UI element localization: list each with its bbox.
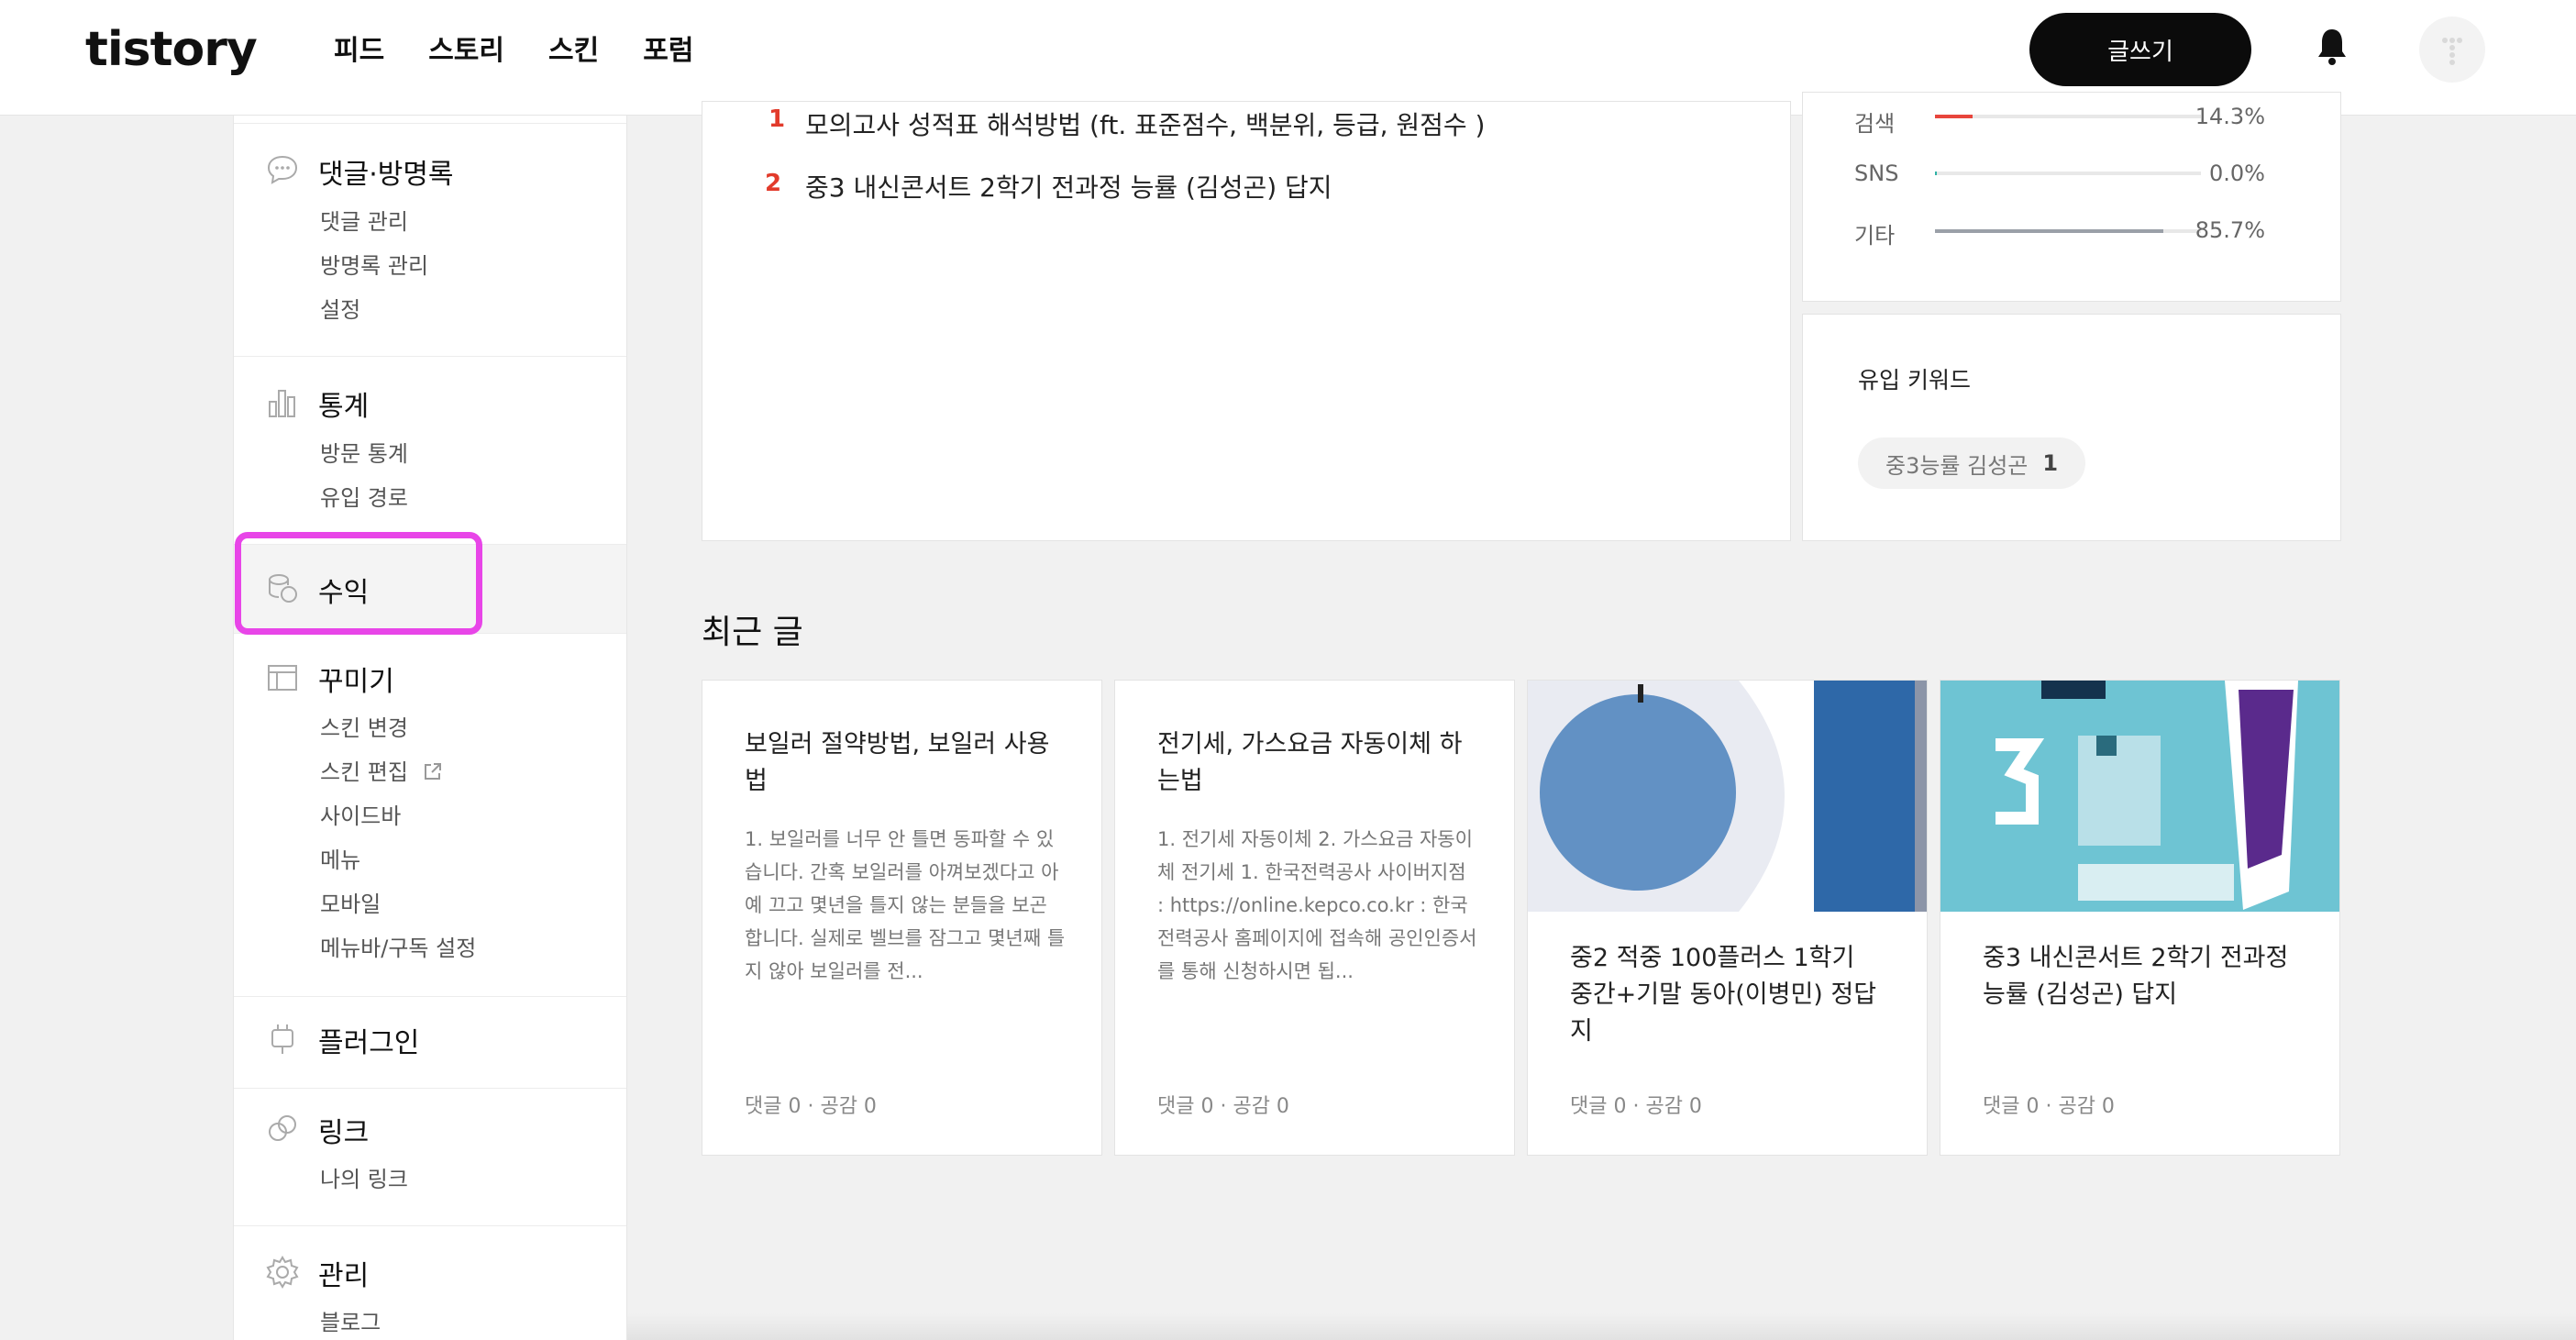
sidebar-item-skin-edit[interactable]: 스킨 편집 (320, 754, 443, 786)
sidebar-manage-title[interactable]: 관리 (318, 1253, 369, 1293)
rank-number: 2 (765, 170, 782, 197)
sidebar-item-my-link[interactable]: 나의 링크 (320, 1161, 408, 1193)
highlight-annotation (235, 532, 482, 635)
divider (234, 996, 626, 997)
nav-skin[interactable]: 스킨 (548, 28, 599, 68)
book-cover-illustration (1940, 681, 2339, 912)
card-meta: 댓글 0 · 공감 0 (1983, 1095, 2115, 1118)
keyword-text: 중3능률 김성곤 (1885, 452, 2029, 479)
referrer-label: 기타 (1854, 223, 1896, 249)
card-title: 전기세, 가스요금 자동이체 하는법 (1157, 730, 1463, 795)
recent-post-card[interactable]: 중3 내신콘서트 2학기 전과정 능률 (김성곤) 답지 댓글 0 · 공감 0 (1940, 680, 2340, 1156)
recent-post-card[interactable]: 중2 적중 100플러스 1학기 중간+기말 동아(이병민) 정답지 댓글 0 … (1527, 680, 1928, 1156)
sidebar-item-comment-manage[interactable]: 댓글 관리 (320, 204, 408, 236)
sidebar-link-title[interactable]: 링크 (318, 1110, 369, 1150)
sidebar-comments-title[interactable]: 댓글·방명록 (318, 151, 454, 192)
external-link-icon (424, 763, 441, 780)
card-meta: 댓글 0 · 공감 0 (1157, 1095, 1289, 1118)
sidebar-item-skin-edit-label: 스킨 편집 (320, 759, 408, 785)
sidebar-item-referrer[interactable]: 유입 경로 (320, 480, 408, 512)
tistory-logo[interactable]: tistory (85, 22, 258, 77)
referrer-pct: 85.7% (2195, 217, 2265, 243)
referrer-bar-fill (1935, 229, 2163, 233)
sidebar-item-guestbook-manage[interactable]: 방명록 관리 (320, 248, 428, 280)
card-meta: 댓글 0 · 공감 0 (745, 1095, 877, 1118)
popular-post-link[interactable]: 중3 내신콘서트 2학기 전과정 능률 (김성곤) 답지 (805, 168, 1332, 205)
sidebar-item-blog[interactable]: 블로그 (320, 1304, 381, 1336)
gear-icon (266, 1256, 299, 1289)
sidebar-stats-title[interactable]: 통계 (318, 383, 369, 424)
recent-post-card[interactable]: 보일러 절약방법, 보일러 사용법 1. 보일러를 너무 안 틀면 동파할 수 … (702, 680, 1102, 1156)
thumbnail-illustration (1528, 681, 1927, 912)
divider (234, 356, 626, 357)
card-title: 중3 내신콘서트 2학기 전과정 능률 (김성곤) 답지 (1983, 944, 2289, 1009)
keyword-panel: 유입 키워드 중3능률 김성곤 1 (1802, 314, 2341, 541)
header-overlay (627, 0, 2576, 116)
sidebar-item-mobile[interactable]: 모바일 (320, 886, 381, 918)
divider (234, 1088, 626, 1089)
divider (234, 123, 626, 124)
keyword-count: 1 (2042, 450, 2059, 476)
referrer-panel: 검색 14.3% SNS 0.0% 기타 85.7% (1802, 92, 2341, 302)
sidebar-plugin-title[interactable]: 플러그인 (318, 1020, 419, 1060)
sidebar-item-skin-change[interactable]: 스킨 변경 (320, 710, 408, 742)
keyword-chip[interactable]: 중3능률 김성곤 1 (1858, 437, 2086, 489)
divider (234, 1225, 626, 1226)
post-thumbnail (1528, 681, 1927, 912)
nav-feed[interactable]: 피드 (334, 28, 384, 68)
referrer-bar-fill (1935, 172, 1937, 175)
nav-story[interactable]: 스토리 (428, 28, 504, 68)
card-meta: 댓글 0 · 공감 0 (1570, 1095, 1702, 1118)
card-excerpt: 1. 전기세 자동이체 2. 가스요금 자동이체 전기세 1. 한국전력공사 사… (1157, 828, 1477, 982)
referrer-pct: 0.0% (2209, 161, 2265, 186)
admin-sidebar: 댓글·방명록 댓글 관리 방명록 관리 설정 통계 방문 통계 유입 경로 수익… (233, 116, 627, 1340)
sidebar-decorate-title[interactable]: 꾸미기 (318, 659, 394, 699)
bar-chart-icon (269, 390, 295, 417)
sidebar-item-visit-stats[interactable]: 방문 통계 (320, 436, 408, 468)
sidebar-item-menu[interactable]: 메뉴 (320, 842, 360, 874)
popular-posts-panel: 1 모의고사 성적표 해석방법 (ft. 표준점수, 백분위, 등급, 원점수 … (702, 101, 1791, 541)
sidebar-item-comment-settings[interactable]: 설정 (320, 292, 360, 324)
bottom-shadow (627, 1313, 2576, 1340)
plug-icon (271, 1024, 293, 1054)
sidebar-item-sidebar[interactable]: 사이드바 (320, 798, 401, 830)
keyword-panel-title: 유입 키워드 (1858, 367, 1971, 393)
sidebar-item-menubar-subscribe[interactable]: 메뉴바/구독 설정 (320, 930, 476, 962)
recent-posts-title: 최근 글 (702, 614, 803, 651)
referrer-label: SNS (1854, 161, 1899, 186)
post-thumbnail (1940, 681, 2339, 912)
recent-post-card[interactable]: 전기세, 가스요금 자동이체 하는법 1. 전기세 자동이체 2. 가스요금 자… (1114, 680, 1515, 1156)
layout-icon (268, 665, 297, 691)
comment-icon (267, 155, 298, 184)
card-title: 중2 적중 100플러스 1학기 중간+기말 동아(이병민) 정답지 (1570, 944, 1877, 1046)
link-icon (269, 1115, 296, 1141)
card-excerpt: 1. 보일러를 너무 안 틀면 동파할 수 있습니다. 간혹 보일러를 아껴보겠… (745, 828, 1066, 982)
card-title: 보일러 절약방법, 보일러 사용법 (745, 730, 1050, 795)
